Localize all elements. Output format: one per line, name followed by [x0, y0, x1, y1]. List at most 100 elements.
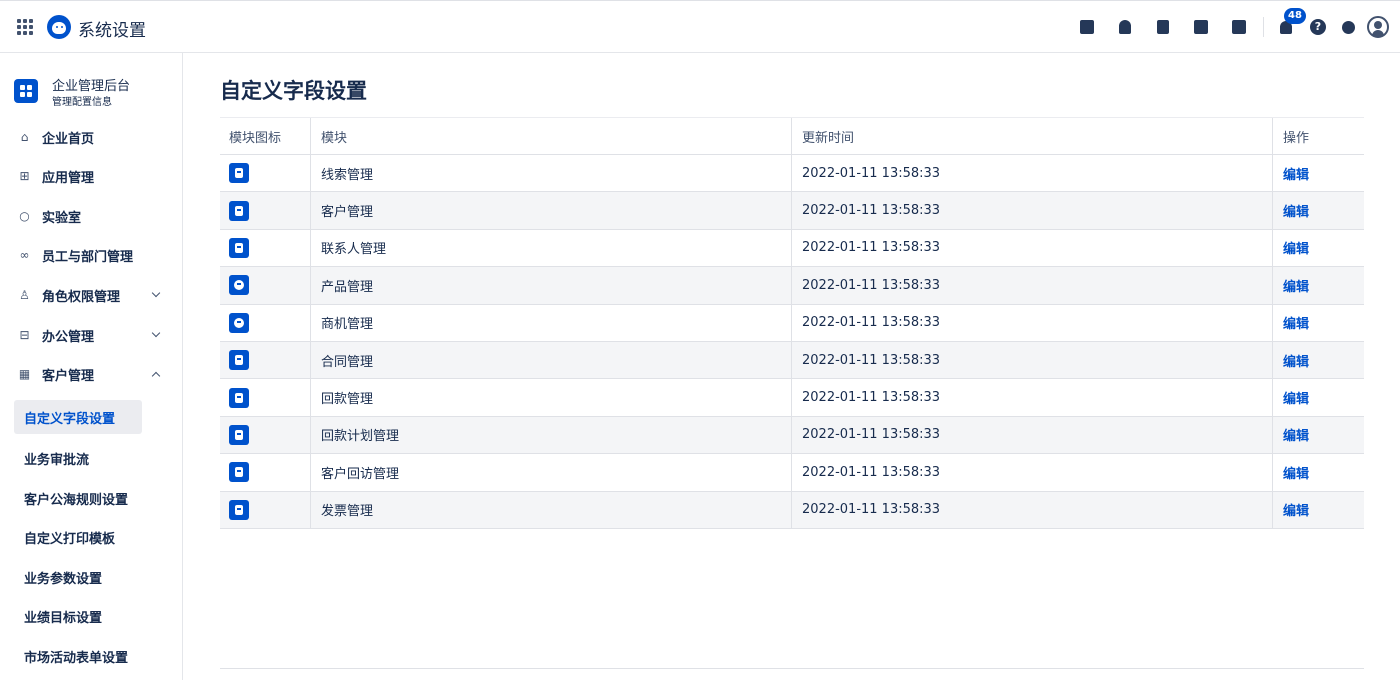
table-row: 联系人管理 2022-01-11 13:58:33 编辑: [220, 229, 1364, 268]
module-cell: 发票管理: [311, 491, 792, 528]
edit-link[interactable]: 编辑: [1283, 425, 1309, 444]
lead-icon: [229, 163, 249, 184]
toolbar-divider: [1263, 17, 1264, 37]
contract-icon: [229, 350, 249, 371]
sidebar-item-label: 员工与部门管理: [42, 249, 134, 265]
edit-link[interactable]: 编辑: [1283, 238, 1309, 257]
table-row: 回款计划管理 2022-01-11 13:58:33 编辑: [220, 416, 1364, 455]
module-name: 客户回访管理: [321, 466, 400, 482]
sidebar-subitem-pool-rules[interactable]: 客户公海规则设置: [14, 481, 142, 515]
app-title: 系统设置: [78, 21, 146, 41]
module-icon-cell: [220, 341, 311, 379]
edit-link[interactable]: 编辑: [1283, 351, 1309, 370]
sidebar-item-office[interactable]: ⊟ 办公管理: [0, 322, 182, 348]
table-row: 商机管理 2022-01-11 13:58:33 编辑: [220, 304, 1364, 342]
table-row: 发票管理 2022-01-11 13:58:33 编辑: [220, 491, 1364, 529]
module-name: 合同管理: [321, 354, 374, 370]
top-bar: 系统设置 48 ?: [0, 0, 1400, 53]
help-icon[interactable]: ?: [1306, 15, 1330, 39]
sidebar-subitem-campaign-form[interactable]: 市场活动表单设置: [14, 639, 142, 673]
action-cell: 编辑: [1273, 230, 1364, 266]
org-name: 企业管理后台: [52, 79, 131, 94]
apps-grid-icon[interactable]: [17, 19, 33, 35]
sidebar-subitem-label: 业绩目标设置: [24, 610, 103, 626]
module-icon-cell: [220, 192, 311, 229]
column-header: 模块: [311, 118, 792, 154]
module-icon-cell: [220, 155, 311, 192]
action-cell: 编辑: [1273, 305, 1364, 341]
module-name: 联系人管理: [321, 242, 387, 258]
avatar-icon[interactable]: [1366, 15, 1390, 39]
module-cell: 客户回访管理: [311, 454, 792, 491]
sidebar-item-home[interactable]: ⌂ 企业首页: [0, 124, 182, 150]
updated-cell: 2022-01-11 13:58:33: [792, 341, 1273, 379]
edit-link[interactable]: 编辑: [1283, 164, 1309, 183]
briefcase-icon: ⊟: [19, 327, 30, 342]
edit-link[interactable]: 编辑: [1283, 201, 1309, 220]
module-name: 商机管理: [321, 317, 374, 333]
module-icon-cell: [220, 304, 311, 341]
sidebar-item-label: 角色权限管理: [42, 289, 121, 305]
action-cell: 编辑: [1273, 492, 1364, 528]
org-icon: [14, 79, 38, 103]
role-icon: ♙: [19, 287, 30, 302]
sidebar-subitem-label: 客户公海规则设置: [24, 492, 129, 508]
updated-time: 2022-01-11 13:58:33: [802, 240, 941, 256]
edit-link[interactable]: 编辑: [1283, 313, 1309, 332]
product-icon: [229, 275, 249, 296]
sidebar-subitem-params[interactable]: 业务参数设置: [14, 560, 142, 594]
updated-time: 2022-01-11 13:58:33: [802, 464, 941, 480]
invoice-icon: [229, 499, 249, 520]
user-icon[interactable]: [1113, 15, 1137, 39]
task-icon[interactable]: [1075, 15, 1099, 39]
chevron-down-icon[interactable]: [150, 329, 162, 341]
module-name: 回款管理: [321, 392, 374, 408]
edit-link[interactable]: 编辑: [1283, 276, 1309, 295]
table-row: 客户管理 2022-01-11 13:58:33 编辑: [220, 192, 1364, 230]
module-icon-cell: [220, 267, 311, 304]
updated-cell: 2022-01-11 13:58:33: [792, 491, 1273, 528]
document-icon[interactable]: [1151, 15, 1175, 39]
action-cell: 编辑: [1273, 342, 1364, 378]
sidebar-item-roles[interactable]: ♙ 角色权限管理: [0, 282, 182, 308]
sidebar-item-staff[interactable]: ∞ 员工与部门管理: [0, 242, 182, 268]
gear-icon[interactable]: [1336, 15, 1360, 39]
action-cell: 编辑: [1273, 192, 1364, 228]
column-header: 更新时间: [792, 118, 1273, 154]
table-row: 客户回访管理 2022-01-11 13:58:33 编辑: [220, 454, 1364, 492]
sidebar-item-label: 应用管理: [42, 170, 95, 186]
edit-link[interactable]: 编辑: [1283, 500, 1309, 519]
edit-link[interactable]: 编辑: [1283, 388, 1309, 407]
edit-link[interactable]: 编辑: [1283, 463, 1309, 482]
sidebar-item-lab[interactable]: ○ 实验室: [0, 203, 182, 229]
table-row: 线索管理 2022-01-11 13:58:33 编辑: [220, 155, 1364, 193]
sidebar-subitem-label: 市场活动表单设置: [24, 650, 129, 666]
updated-time: 2022-01-11 13:58:33: [802, 502, 941, 518]
action-cell: 编辑: [1273, 417, 1364, 453]
calendar-icon[interactable]: [1227, 15, 1251, 39]
sidebar-subitem-custom-fields[interactable]: 自定义字段设置: [14, 400, 142, 434]
column-header: 模块图标: [220, 118, 311, 154]
updated-cell: 2022-01-11 13:58:33: [792, 379, 1273, 416]
sidebar-subitem-print-template[interactable]: 自定义打印模板: [14, 520, 142, 554]
phone-icon[interactable]: [1189, 15, 1213, 39]
updated-time: 2022-01-11 13:58:33: [802, 427, 941, 443]
module-name: 产品管理: [321, 279, 374, 295]
module-icon-cell: [220, 454, 311, 491]
building-icon: ▦: [18, 366, 31, 381]
module-cell: 线索管理: [311, 155, 792, 192]
updated-time: 2022-01-11 13:58:33: [802, 165, 941, 181]
bell-icon[interactable]: 48: [1274, 8, 1306, 39]
chevron-up-icon[interactable]: [150, 368, 162, 380]
sidebar-subitem-approval[interactable]: 业务审批流: [14, 441, 142, 475]
sidebar-item-customers[interactable]: ▦ 客户管理: [0, 361, 182, 387]
module-icon-cell: [220, 491, 311, 528]
table-row: 回款管理 2022-01-11 13:58:33 编辑: [220, 379, 1364, 417]
sidebar-item-label: 企业首页: [42, 131, 95, 147]
module-name: 客户管理: [321, 205, 374, 221]
chevron-down-icon[interactable]: [150, 289, 162, 301]
module-cell: 客户管理: [311, 192, 792, 229]
sidebar-item-apps[interactable]: ⊞ 应用管理: [0, 163, 182, 189]
footer-divider: [220, 668, 1364, 669]
sidebar-subitem-targets[interactable]: 业绩目标设置: [14, 599, 142, 633]
